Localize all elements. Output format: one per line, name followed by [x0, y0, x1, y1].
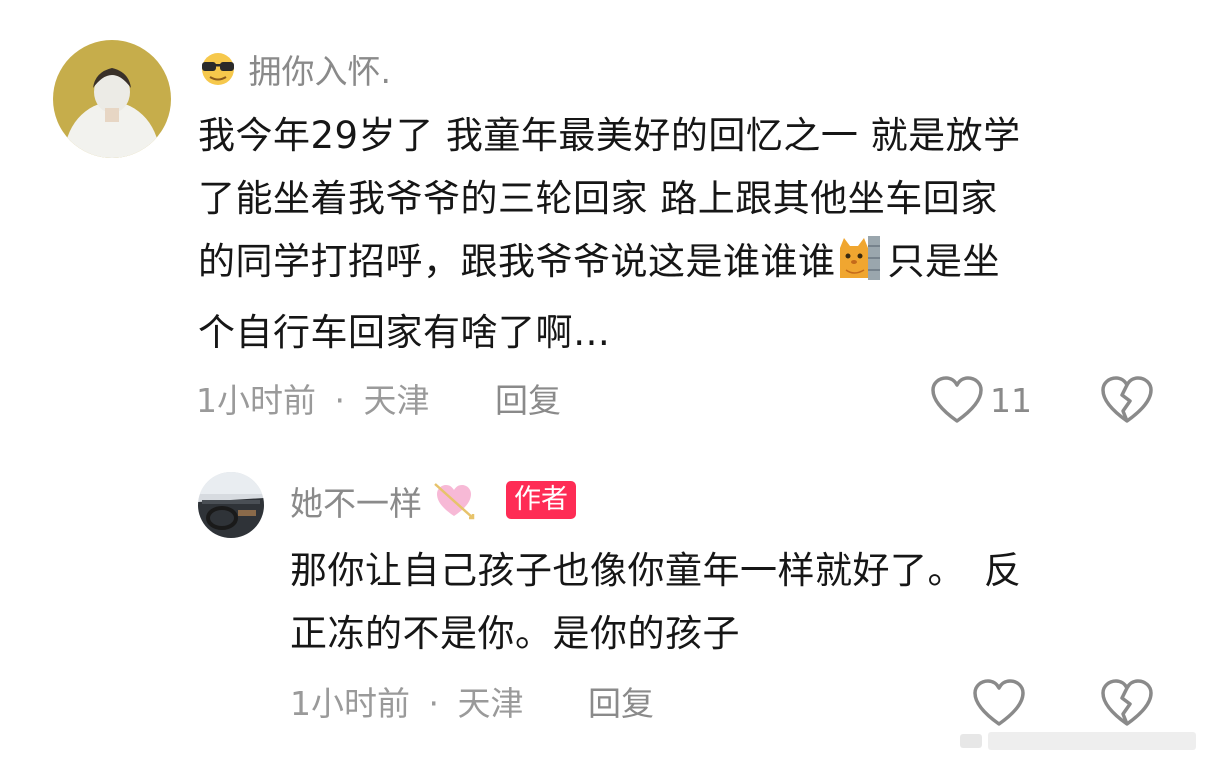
avatar[interactable]	[53, 40, 171, 158]
comment-line-text: 只是坐	[887, 240, 1000, 283]
reply-meta: 1小时前 · 天津	[290, 687, 524, 720]
reply-location: 天津	[457, 684, 524, 723]
meta-separator: ·	[334, 381, 346, 420]
username-label: 她不一样	[290, 484, 422, 523]
comment-time: 1小时前	[196, 381, 316, 420]
comment-line: 个自行车回家有啥了啊…	[198, 311, 611, 354]
comment-thread: 拥你入怀. 我今年29岁了 我童年最美好的回忆之一 就是放学 了能坐着我爷爷的三…	[0, 0, 1216, 768]
comment-line: 我今年29岁了 我童年最美好的回忆之一 就是放学	[198, 114, 1021, 157]
reply-username[interactable]: 她不一样	[290, 482, 475, 525]
reply-avatar[interactable]	[198, 472, 264, 538]
like-count: 11	[990, 381, 1032, 420]
meta-separator: ·	[428, 684, 440, 723]
broken-heart-icon[interactable]	[1100, 678, 1154, 732]
cat-peeking-wall-emoji-icon	[836, 234, 882, 301]
comment-location: 天津	[363, 381, 430, 420]
comment-line-text: 的同学打招呼，跟我爷爷说这是谁谁谁	[198, 240, 836, 283]
reply-line: 那你让自己孩子也像你童年一样就好了。 反	[290, 549, 1022, 592]
username-label: 拥你入怀.	[248, 52, 392, 91]
sunglasses-face-emoji-icon	[198, 52, 238, 91]
like-heart-icon[interactable]	[930, 375, 984, 429]
comment-username[interactable]: 拥你入怀.	[198, 52, 391, 91]
comment-body: 我今年29岁了 我童年最美好的回忆之一 就是放学 了能坐着我爷爷的三轮回家 路上…	[198, 104, 1021, 364]
comment-line: 的同学打招呼，跟我爷爷说这是谁谁谁 只是坐	[198, 230, 1021, 301]
reply-button[interactable]: 回复	[495, 384, 561, 417]
broken-heart-icon[interactable]	[1100, 375, 1154, 429]
author-badge: 作者	[506, 481, 576, 519]
comment-line: 了能坐着我爷爷的三轮回家 路上跟其他坐车回家	[198, 177, 998, 220]
comment-meta: 1小时前 · 天津	[196, 384, 430, 417]
like-heart-icon[interactable]	[972, 678, 1026, 732]
reply-button[interactable]: 回复	[588, 687, 654, 720]
heart-with-arrow-emoji-icon	[433, 482, 475, 525]
watermark	[960, 728, 1200, 754]
reply-body: 那你让自己孩子也像你童年一样就好了。 反 正冻的不是你。是你的孩子	[290, 539, 1022, 665]
reply-time: 1小时前	[290, 684, 410, 723]
reply-line: 正冻的不是你。是你的孩子	[290, 612, 740, 655]
